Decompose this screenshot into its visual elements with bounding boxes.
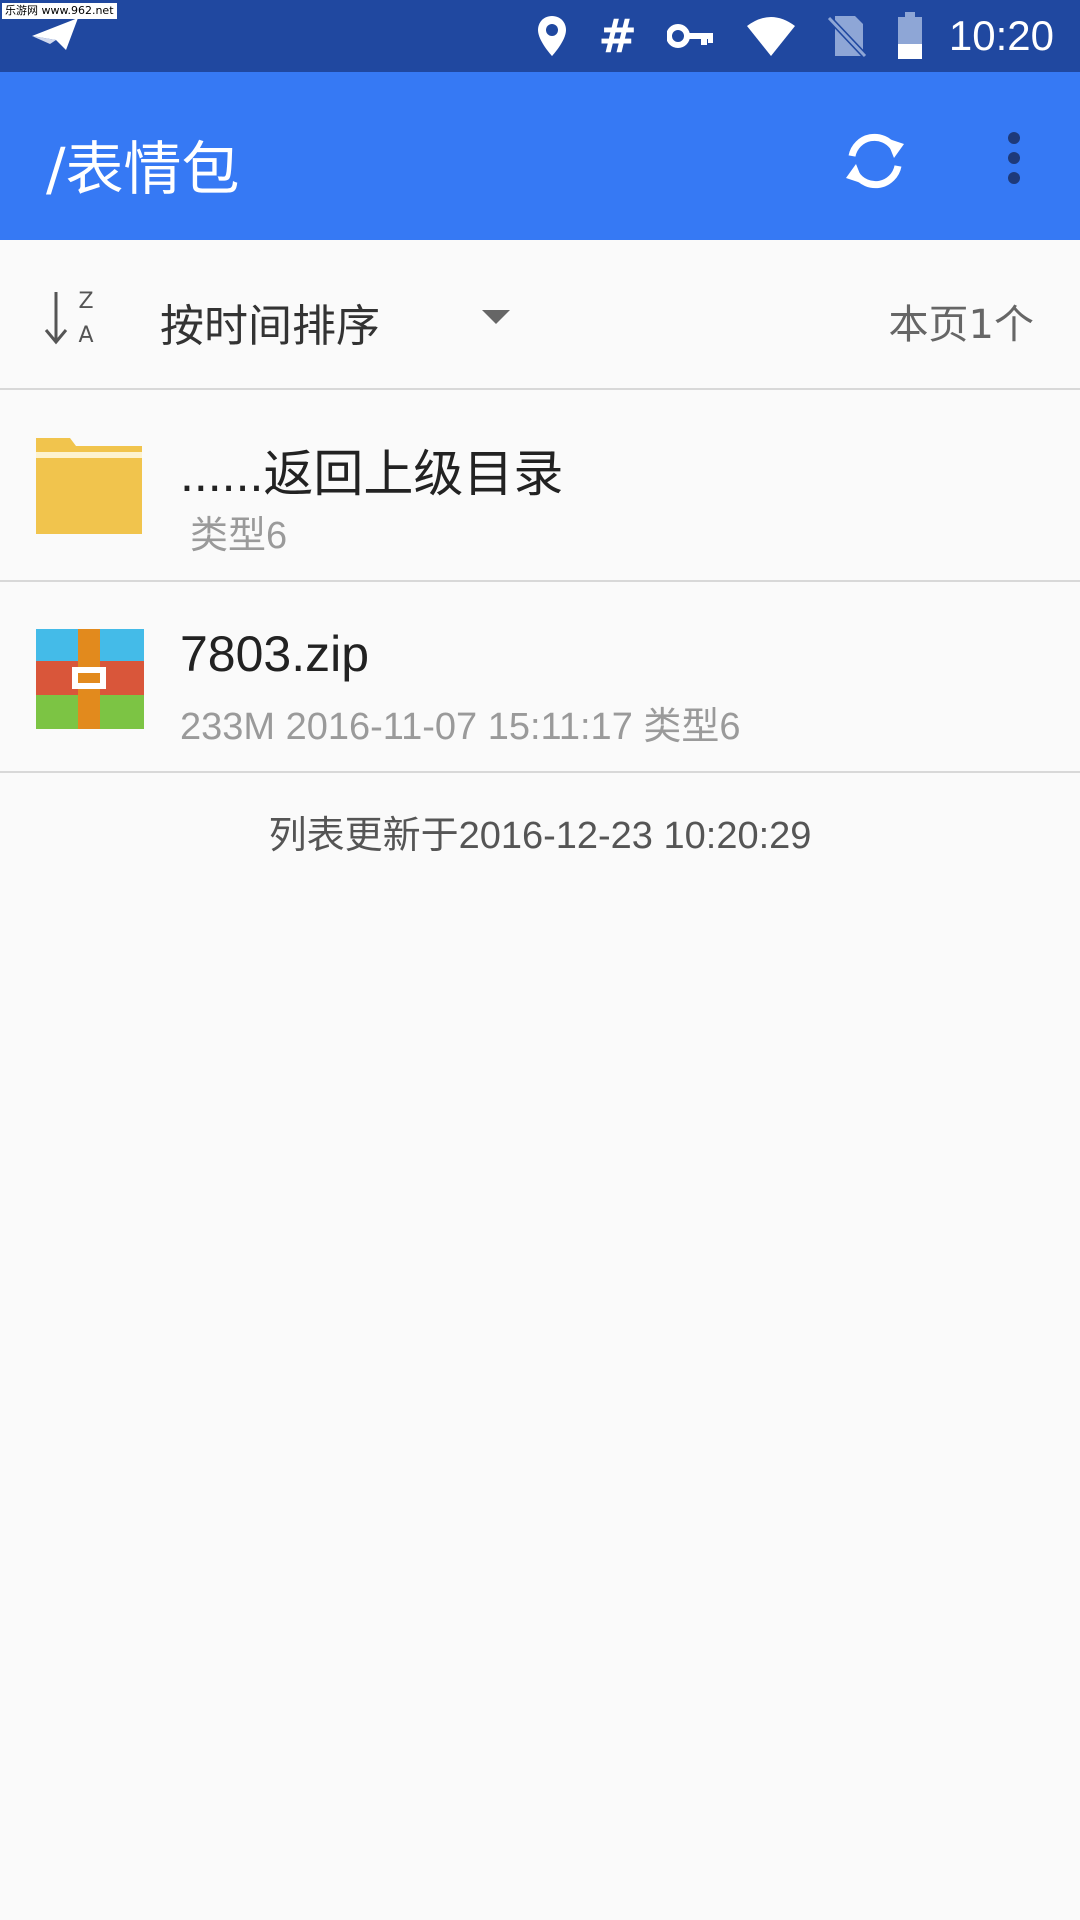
battery-icon (897, 12, 923, 60)
list-item-parent-dir[interactable]: ......返回上级目录 类型6 (0, 392, 1080, 582)
sort-z-a-icon: Z A (44, 289, 94, 348)
more-vert-icon (1008, 132, 1020, 184)
more-options-button[interactable] (996, 128, 1032, 194)
wifi-icon (745, 16, 797, 56)
dropdown-arrow-icon[interactable] (480, 308, 512, 330)
file-meta: 233M 2016-11-07 15:11:17 类型6 (180, 706, 741, 748)
zip-archive-icon (34, 629, 146, 729)
file-name: 7803.zip (180, 626, 370, 682)
svg-text:Z: Z (78, 289, 93, 314)
file-name: ......返回上级目录 (180, 446, 564, 502)
folder-icon (34, 438, 146, 538)
page-title: /表情包 (46, 135, 240, 203)
list-updated-timestamp: 列表更新于2016-12-23 10:20:29 (268, 815, 812, 857)
refresh-button[interactable] (842, 128, 908, 194)
svg-text:A: A (78, 323, 93, 348)
location-icon (536, 14, 568, 58)
status-bar: 乐游网 www.962.net # 10:20 (0, 0, 1080, 72)
sort-order-button[interactable]: Z A (42, 286, 106, 348)
refresh-icon (846, 133, 904, 189)
hash-icon: # (598, 9, 637, 63)
status-time: 10:20 (948, 12, 1054, 59)
sort-bar: Z A 按时间排序 本页1个 (0, 240, 1080, 390)
app-bar: /表情包 (0, 72, 1080, 240)
send-icon (30, 14, 80, 58)
no-sim-icon (826, 14, 867, 58)
list-item-zip[interactable]: 7803.zip 233M 2016-11-07 15:11:17 类型6 (0, 583, 1080, 773)
key-icon (666, 21, 715, 51)
sort-mode-dropdown[interactable]: 按时间排序 (160, 290, 380, 354)
file-meta: 类型6 (190, 515, 288, 557)
page-item-count: 本页1个 (888, 302, 1034, 348)
